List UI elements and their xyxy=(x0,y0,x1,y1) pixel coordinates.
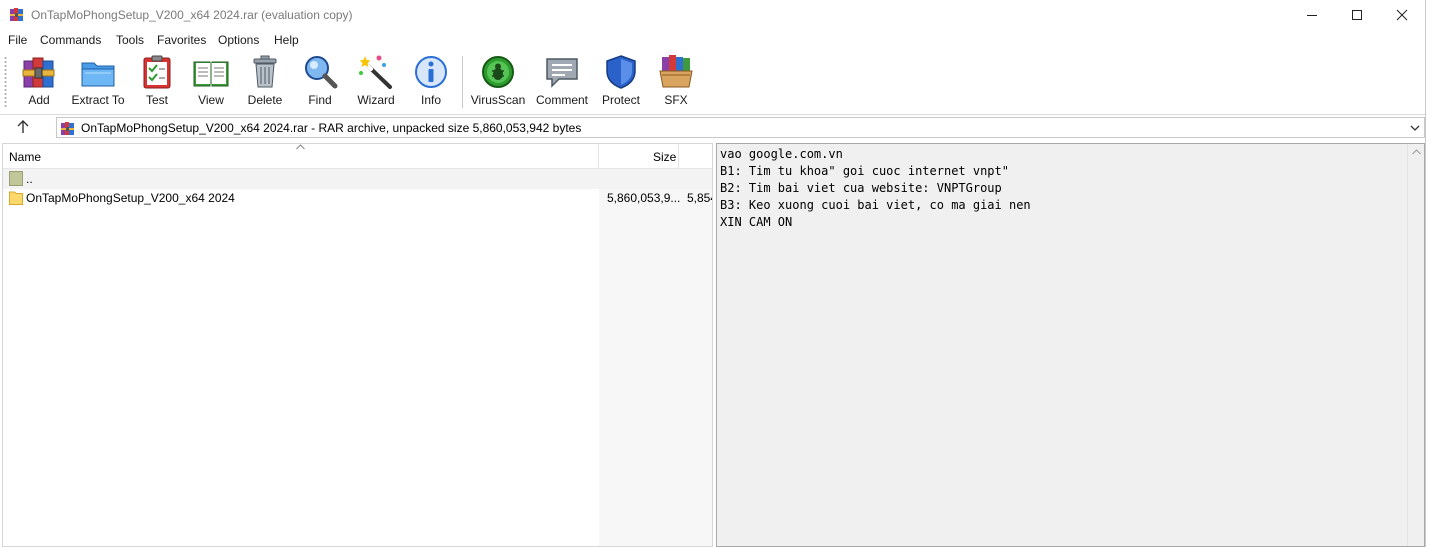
wizard-button[interactable]: Wizard xyxy=(356,53,396,111)
column-divider[interactable] xyxy=(678,144,679,169)
speech-bubble-icon xyxy=(546,58,578,88)
toolbar-grip[interactable] xyxy=(4,56,7,108)
column-divider[interactable] xyxy=(598,144,599,169)
sfx-button[interactable]: SFX xyxy=(656,53,696,111)
menu-favorites[interactable]: Favorites xyxy=(157,33,206,47)
parent-folder-icon xyxy=(9,171,23,186)
size-column-background xyxy=(599,169,712,546)
up-arrow-icon[interactable] xyxy=(14,118,32,136)
close-button[interactable] xyxy=(1379,0,1425,30)
magnifier-icon xyxy=(305,56,338,89)
folder-extract-icon xyxy=(81,62,115,87)
file-list[interactable]: Name Size .. OnTapMoPhongSetup_V200_x64 … xyxy=(2,143,713,547)
delete-button[interactable]: Delete xyxy=(246,53,284,111)
comment-button[interactable]: Comment xyxy=(534,53,590,111)
shield-icon xyxy=(606,55,636,89)
winrar-books-icon xyxy=(10,8,23,21)
menu-tools[interactable]: Tools xyxy=(116,33,144,47)
comment-line: B2: Tim bai viet cua website: VNPTGroup xyxy=(720,181,1002,195)
close-icon xyxy=(1396,9,1408,21)
info-label: Info xyxy=(420,93,441,107)
table-row-parent[interactable]: .. xyxy=(3,169,712,189)
maximize-button[interactable] xyxy=(1334,0,1380,30)
toolbar: Add Extract To Test View Delete Find Wiz… xyxy=(0,50,1425,115)
open-book-icon xyxy=(193,61,229,87)
test-label: Test xyxy=(145,93,168,107)
find-button[interactable]: Find xyxy=(301,53,339,111)
chevron-down-icon[interactable] xyxy=(1409,122,1421,134)
test-checklist-icon xyxy=(143,55,171,89)
extract-to-button[interactable]: Extract To xyxy=(71,53,125,111)
table-row[interactable]: OnTapMoPhongSetup_V200_x64 2024 5,860,05… xyxy=(3,188,712,208)
delete-label: Delete xyxy=(247,93,283,107)
archive-comment-pane[interactable]: vao google.com.vn B1: Tim tu khoa" goi c… xyxy=(716,143,1425,547)
sfx-box-icon xyxy=(659,55,693,88)
menu-bar: File Commands Tools Favorites Options He… xyxy=(0,30,1425,50)
menu-commands[interactable]: Commands xyxy=(40,33,101,47)
protect-label: Protect xyxy=(601,93,640,107)
info-icon xyxy=(415,56,447,88)
add-button[interactable]: Add xyxy=(20,53,58,111)
protect-button[interactable]: Protect xyxy=(601,53,641,111)
window-border xyxy=(1425,0,1426,547)
row-packed-size: 5,854 xyxy=(687,191,712,205)
view-button[interactable]: View xyxy=(190,53,232,111)
maximize-icon xyxy=(1352,10,1362,20)
test-button[interactable]: Test xyxy=(138,53,176,111)
menu-help[interactable]: Help xyxy=(274,33,299,47)
menu-options[interactable]: Options xyxy=(218,33,259,47)
address-bar: OnTapMoPhongSetup_V200_x64 2024.rar - RA… xyxy=(0,115,1425,140)
column-header: Name Size xyxy=(3,144,712,169)
virus-bug-icon xyxy=(482,56,514,88)
window-title: OnTapMoPhongSetup_V200_x64 2024.rar (eva… xyxy=(31,8,353,22)
folder-icon xyxy=(9,191,23,205)
minimize-button[interactable] xyxy=(1289,0,1335,30)
toolbar-separator xyxy=(462,56,463,108)
vertical-scrollbar[interactable] xyxy=(1407,144,1424,546)
trash-bin-icon xyxy=(253,55,277,88)
comment-line: B1: Tim tu khoa" goi cuoc internet vnpt" xyxy=(720,164,1009,178)
comment-label: Comment xyxy=(535,93,588,107)
menu-file[interactable]: File xyxy=(8,33,27,47)
comment-line: XIN CAM ON xyxy=(720,215,793,229)
minimize-icon xyxy=(1307,15,1317,16)
view-label: View xyxy=(198,93,224,107)
add-archive-icon xyxy=(22,57,55,88)
virusscan-label: VirusScan xyxy=(470,93,526,107)
comment-line: B3: Keo xuong cuoi bai viet, co ma giai … xyxy=(720,198,1031,212)
wizard-label: Wizard xyxy=(357,93,395,107)
address-text: OnTapMoPhongSetup_V200_x64 2024.rar - RA… xyxy=(81,121,582,135)
sort-ascending-icon xyxy=(296,144,305,150)
virusscan-button[interactable]: VirusScan xyxy=(470,53,526,111)
row-name: .. xyxy=(26,172,33,186)
add-label: Add xyxy=(28,93,50,107)
scroll-up-arrow-icon[interactable] xyxy=(1412,149,1421,155)
comment-text: vao google.com.vn B1: Tim tu khoa" goi c… xyxy=(720,146,1031,231)
row-name: OnTapMoPhongSetup_V200_x64 2024 xyxy=(26,191,235,205)
sfx-label: SFX xyxy=(664,93,688,107)
row-size: 5,860,053,9... xyxy=(607,191,681,205)
info-button[interactable]: Info xyxy=(412,53,450,111)
address-field[interactable]: OnTapMoPhongSetup_V200_x64 2024.rar - RA… xyxy=(56,117,1425,138)
winrar-archive-icon xyxy=(61,122,74,135)
title-bar[interactable]: OnTapMoPhongSetup_V200_x64 2024.rar (eva… xyxy=(0,0,1425,30)
column-name[interactable]: Name xyxy=(9,150,41,164)
comment-line: vao google.com.vn xyxy=(720,147,843,161)
column-size[interactable]: Size xyxy=(653,150,676,164)
magic-wand-icon xyxy=(359,55,392,89)
extract-to-label: Extract To xyxy=(71,93,125,107)
find-label: Find xyxy=(308,93,332,107)
